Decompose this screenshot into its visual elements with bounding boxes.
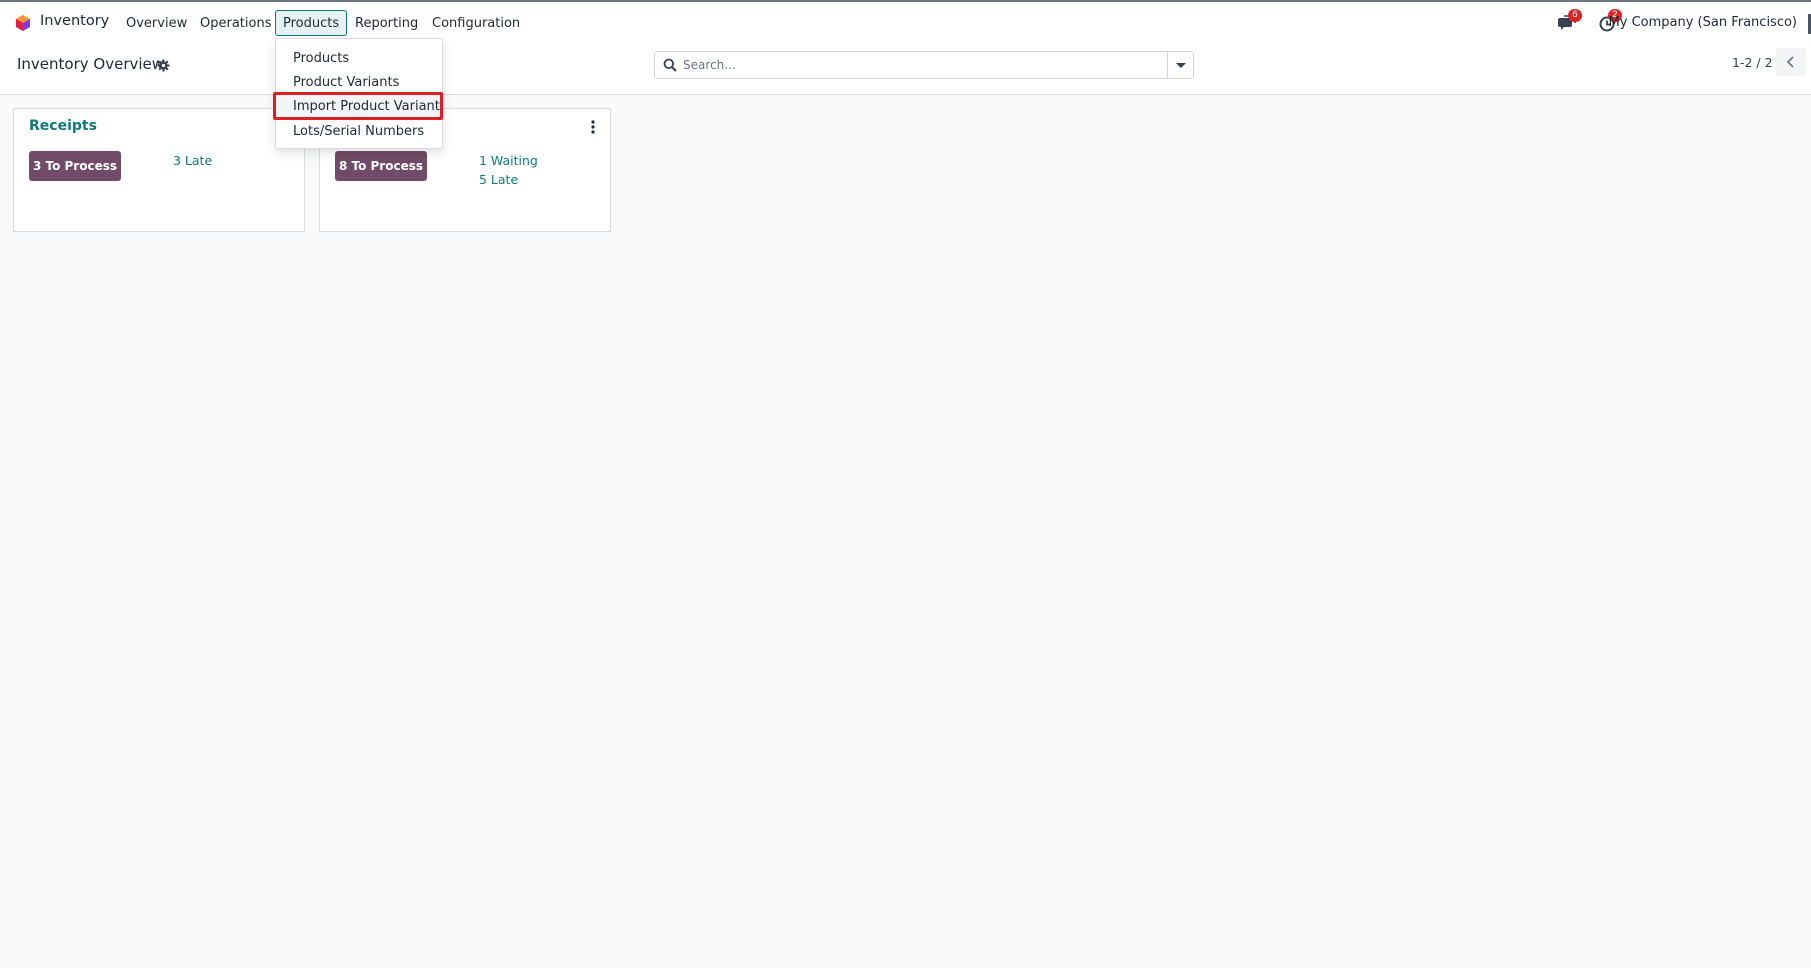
company-switcher[interactable]: My Company (San Francisco) (1609, 15, 1797, 30)
search-input[interactable] (683, 55, 1163, 75)
menu-reporting[interactable]: Reporting (347, 10, 426, 36)
chevron-left-icon (1786, 56, 1794, 68)
page-title: Inventory Overview (17, 55, 165, 73)
messages-badge: 6 (1568, 9, 1582, 22)
search-box (654, 51, 1194, 79)
dropdown-item-products[interactable]: Products (276, 47, 442, 71)
late-link[interactable]: 5 Late (479, 172, 518, 187)
card-title[interactable]: Receipts (29, 118, 97, 134)
menu-products[interactable]: Products (275, 10, 348, 36)
search-options-toggle[interactable] (1167, 52, 1193, 78)
late-link[interactable]: 3 Late (173, 153, 212, 168)
menu-overview[interactable]: Overview (118, 10, 195, 36)
messages-button[interactable]: 6 (1558, 9, 1582, 32)
gear-icon[interactable] (157, 59, 170, 72)
highlight-annotation-box (273, 92, 443, 120)
pager-value[interactable]: 1-2 / 2 (1732, 55, 1773, 70)
top-navbar: Inventory Overview Operations Products R… (0, 2, 1811, 42)
to-process-button[interactable]: 8 To Process (335, 151, 427, 181)
dropdown-item-lots-serial-numbers[interactable]: Lots/Serial Numbers (276, 120, 442, 144)
inventory-app-icon[interactable] (14, 14, 32, 32)
control-panel: Inventory Overview 1-2 / 2 (0, 42, 1811, 95)
search-icon (663, 58, 677, 72)
menu-configuration[interactable]: Configuration (424, 10, 528, 36)
app-name[interactable]: Inventory (40, 13, 109, 29)
waiting-link[interactable]: 1 Waiting (479, 153, 538, 168)
receipts-card: Receipts 3 To Process 3 Late (13, 108, 305, 232)
pager-previous-button[interactable] (1776, 48, 1806, 76)
kebab-menu-icon[interactable] (590, 120, 596, 134)
to-process-button[interactable]: 3 To Process (29, 151, 121, 181)
menu-operations[interactable]: Operations (192, 10, 279, 36)
